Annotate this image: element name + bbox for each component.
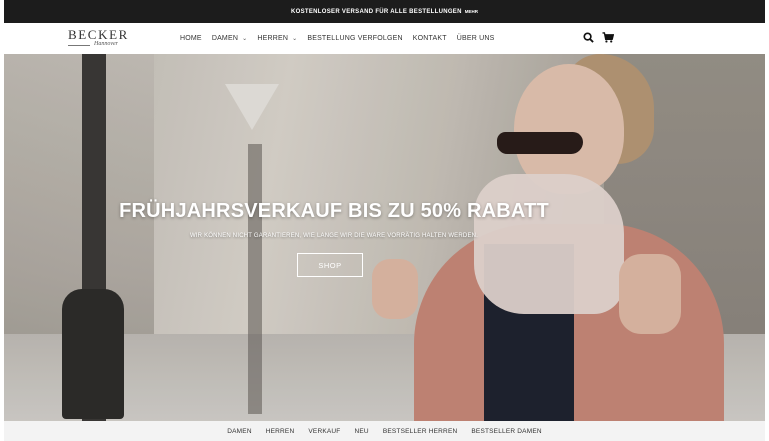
nav-item-home[interactable]: HOME (180, 35, 202, 42)
shop-button[interactable]: SHOP (297, 253, 363, 277)
chevron-down-icon: ⌄ (242, 36, 248, 42)
chevron-down-icon: ⌄ (292, 36, 298, 42)
category-damen[interactable]: DAMEN (227, 428, 251, 435)
nav-item-herren[interactable]: HERREN ⌄ (257, 35, 297, 42)
nav-item-bestellung-verfolgen[interactable]: BESTELLUNG VERFOLGEN (307, 35, 402, 42)
category-verkauf[interactable]: VERKAUF (308, 428, 340, 435)
nav-item-label: ÜBER UNS (456, 35, 495, 42)
category-nav: DAMEN HERREN VERKAUF NEU BESTSELLER HERR… (4, 421, 765, 441)
nav-item-label: BESTELLUNG VERFOLGEN (307, 35, 403, 42)
nav-item-label: HERREN (257, 35, 289, 42)
search-icon[interactable] (582, 31, 595, 44)
logo-divider (68, 45, 90, 46)
hero-title: FRÜHJAHRSVERKAUF BIS ZU 50% RABATT (119, 200, 549, 222)
announcement-text: KOSTENLOSER VERSAND FÜR ALLE BESTELLUNGE… (290, 8, 462, 15)
category-bestseller-herren[interactable]: BESTSELLER HERREN (383, 428, 458, 435)
nav-item-label: KONTAKT (412, 35, 447, 42)
cart-icon[interactable] (601, 31, 614, 44)
nav-item-label: DAMEN (211, 35, 239, 42)
category-neu[interactable]: NEU (354, 428, 368, 435)
main-nav: HOME DAMEN ⌄ HERREN ⌄ BESTELLUNG VERFOLG… (180, 23, 504, 54)
announcement-bar: KOSTENLOSER VERSAND FÜR ALLE BESTELLUNGE… (4, 0, 765, 23)
nav-item-kontakt[interactable]: KONTAKT (413, 35, 447, 42)
hero-banner[interactable]: FRÜHJAHRSVERKAUF BIS ZU 50% RABATT WIR K… (4, 54, 765, 421)
header-icons (582, 31, 620, 44)
logo-script: Hannover (94, 41, 118, 47)
nav-item-ueber-uns[interactable]: ÜBER UNS (457, 35, 495, 42)
hero-subtitle: WIR KÖNNEN NICHT GARANTIEREN, WIE LANGE … (189, 233, 479, 239)
category-herren[interactable]: HERREN (266, 428, 295, 435)
category-bestseller-damen[interactable]: BESTSELLER DAMEN (471, 428, 541, 435)
logo[interactable]: BECKER Hannover (66, 27, 146, 51)
announcement-badge[interactable]: MEHR (465, 9, 478, 14)
nav-item-damen[interactable]: DAMEN ⌄ (212, 35, 248, 42)
hero-content: FRÜHJAHRSVERKAUF BIS ZU 50% RABATT WIR K… (4, 200, 664, 239)
site-header: BECKER Hannover HOME DAMEN ⌄ HERREN ⌄ BE… (4, 23, 765, 54)
nav-item-label: HOME (180, 35, 202, 42)
